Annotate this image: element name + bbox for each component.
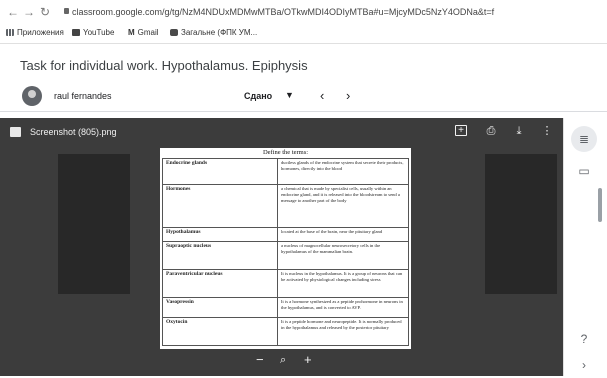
- definition-cell: It is a hormone synthesized as a peptide…: [277, 297, 409, 318]
- previous-student-icon[interactable]: ‹: [320, 88, 324, 103]
- student-bar: raul fernandes Сдано ▼ ‹ ›: [0, 82, 607, 112]
- print-icon[interactable]: ⎙: [484, 124, 498, 138]
- zoom-controls: − ⌕ +: [250, 350, 320, 372]
- bookmark-gmail[interactable]: M Gmail: [128, 28, 159, 37]
- viewer-right-panel: [485, 154, 557, 294]
- status-dropdown[interactable]: Сдано: [244, 91, 272, 101]
- download-icon[interactable]: ⤓: [512, 124, 526, 138]
- reload-icon[interactable]: ↻: [38, 5, 52, 19]
- back-icon[interactable]: ←: [6, 5, 20, 19]
- definition-cell: a nucleus of magnocellular neurosecretor…: [277, 241, 409, 270]
- help-icon[interactable]: ?: [571, 326, 597, 352]
- zoom-out-icon[interactable]: −: [256, 352, 264, 368]
- page-title: Task for individual work. Hypothalamus. …: [20, 58, 308, 73]
- bookmark-general[interactable]: Загальне (ФПК УМ...: [170, 28, 257, 37]
- open-in-new-icon[interactable]: +: [455, 125, 467, 136]
- terms-table: Endocrine glands ductless glands of the …: [162, 158, 409, 346]
- document-image: Define the terms: Endocrine glands ductl…: [160, 148, 411, 349]
- apps-grid-icon: [6, 29, 14, 36]
- gmail-icon: M: [128, 28, 135, 37]
- bookmarks-bar: Приложения YouTube M Gmail Загальне (ФПК…: [0, 26, 607, 42]
- definition-cell: located at the base of the brain, near t…: [277, 227, 409, 242]
- avatar: [22, 86, 42, 106]
- next-student-icon[interactable]: ›: [346, 88, 350, 103]
- comment-icon[interactable]: ▭: [571, 158, 597, 184]
- term-cell: Hormones: [162, 184, 278, 228]
- bookmark-label: Приложения: [17, 28, 64, 37]
- forward-icon[interactable]: →: [22, 5, 36, 19]
- group-icon: [170, 29, 178, 36]
- viewer-left-panel: [58, 154, 130, 294]
- file-viewer: Screenshot (805).png + ⎙ ⤓ ⋮ Define the …: [0, 118, 563, 376]
- file-image-icon: [10, 127, 21, 137]
- term-cell: Supraoptic nucleus: [162, 241, 278, 270]
- bookmark-youtube[interactable]: YouTube: [72, 28, 114, 37]
- scrollbar[interactable]: [598, 188, 602, 222]
- document-heading: Define the terms:: [262, 149, 309, 156]
- bookmark-label: Gmail: [137, 28, 159, 37]
- bookmark-apps[interactable]: Приложения: [6, 28, 64, 37]
- browser-chrome: ← → ↻ classroom.google.com/g/tg/NzM4NDUx…: [0, 0, 607, 44]
- address-bar[interactable]: classroom.google.com/g/tg/NzM4NDUxMDMwMT…: [72, 5, 494, 19]
- table-row: Supraoptic nucleus a nucleus of magnocel…: [162, 241, 409, 270]
- definition-cell: ductless glands of the endocrine system …: [277, 158, 409, 185]
- table-row: Hormones a chemical that is made by spec…: [162, 184, 409, 228]
- term-cell: Endocrine glands: [162, 158, 278, 185]
- definition-cell: It is a peptide hormone and neuropeptide…: [277, 317, 409, 346]
- zoom-in-icon[interactable]: +: [304, 352, 312, 368]
- youtube-icon: [72, 29, 80, 36]
- term-cell: Hypothalamus: [162, 227, 278, 242]
- details-icon[interactable]: ≣: [571, 126, 597, 152]
- table-row: Hypothalamus located at the base of the …: [162, 227, 409, 242]
- more-vert-icon[interactable]: ⋮: [540, 124, 554, 138]
- term-cell: Paraventricular nucleus: [162, 269, 278, 298]
- student-name: raul fernandes: [54, 91, 112, 101]
- bookmark-label: Загальне (ФПК УМ...: [181, 28, 258, 37]
- bookmark-label: YouTube: [83, 28, 115, 37]
- definition-cell: a chemical that is made by specialist ce…: [277, 184, 409, 228]
- chevron-right-icon[interactable]: ›: [571, 352, 597, 378]
- lock-icon: [64, 8, 69, 14]
- table-row: Endocrine glands ductless glands of the …: [162, 158, 409, 185]
- right-rail: ≣ ▭ ? ›: [563, 118, 607, 376]
- file-name: Screenshot (805).png: [30, 127, 117, 137]
- viewer-toolbar: Screenshot (805).png + ⎙ ⤓ ⋮: [0, 118, 563, 146]
- table-row: Vasopressin It is a hormone synthesized …: [162, 297, 409, 318]
- table-row: Paraventricular nucleus It is nucleus in…: [162, 269, 409, 298]
- zoom-reset-icon[interactable]: ⌕: [280, 352, 286, 368]
- definition-cell: It is nucleus in the hypothalamus. It is…: [277, 269, 409, 298]
- term-cell: Oxytocin: [162, 317, 278, 346]
- term-cell: Vasopressin: [162, 297, 278, 318]
- caret-down-icon[interactable]: ▼: [285, 90, 294, 100]
- table-row: Oxytocin It is a peptide hormone and neu…: [162, 317, 409, 346]
